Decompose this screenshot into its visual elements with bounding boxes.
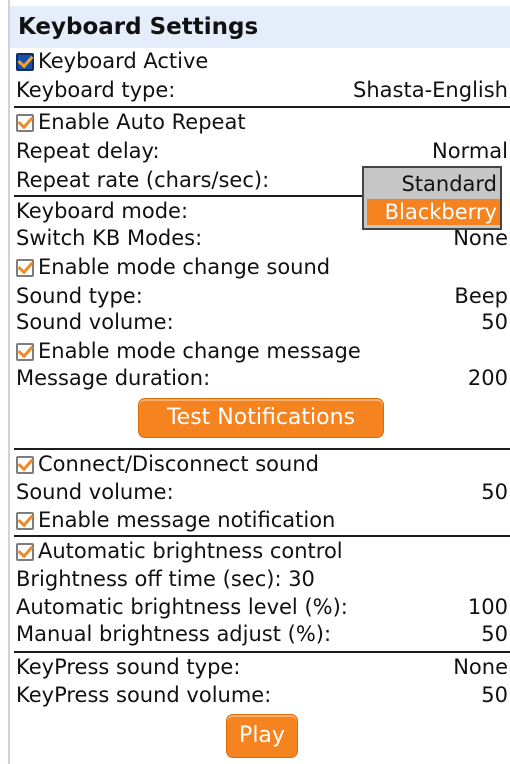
keypress-volume-label: KeyPress sound volume: xyxy=(16,683,272,707)
repeat-delay-select[interactable]: Normal xyxy=(432,136,508,166)
manual-brightness-label: Manual brightness adjust (%): xyxy=(16,622,332,646)
auto-repeat-row[interactable]: Enable Auto Repeat xyxy=(16,107,508,137)
auto-repeat-label: Enable Auto Repeat xyxy=(38,110,246,134)
keyboard-mode-label: Keyboard mode: xyxy=(16,199,189,223)
connection-volume-select[interactable]: 50 xyxy=(481,477,508,507)
auto-brightness-row[interactable]: Automatic brightness control xyxy=(16,536,508,566)
mode-message-label: Enable mode change message xyxy=(38,339,361,363)
play-button[interactable]: Play xyxy=(226,714,298,758)
connection-volume-label: Sound volume: xyxy=(16,480,174,504)
dropdown-option-standard[interactable]: Standard xyxy=(367,171,500,197)
sound-volume-select[interactable]: 50 xyxy=(481,307,508,337)
auto-brightness-checkbox[interactable] xyxy=(16,543,34,561)
message-notification-label: Enable message notification xyxy=(38,508,336,532)
repeat-delay-row[interactable]: Repeat delay: Normal xyxy=(16,136,508,166)
mode-sound-label: Enable mode change sound xyxy=(38,255,331,279)
connection-volume-row[interactable]: Sound volume: 50 xyxy=(16,477,508,507)
dropdown-option-blackberry[interactable]: Blackberry xyxy=(367,199,500,225)
keyboard-active-checkbox[interactable] xyxy=(16,53,34,71)
message-notification-row[interactable]: Enable message notification xyxy=(16,505,508,535)
mode-sound-checkbox[interactable] xyxy=(16,259,34,277)
connect-sound-label: Connect/Disconnect sound xyxy=(38,452,319,476)
test-notifications-button[interactable]: Test Notifications xyxy=(138,398,384,438)
mode-message-checkbox[interactable] xyxy=(16,343,34,361)
manual-brightness-select[interactable]: 50 xyxy=(481,619,508,649)
keypress-volume-row[interactable]: KeyPress sound volume: 50 xyxy=(16,680,508,710)
repeat-delay-label: Repeat delay: xyxy=(16,139,160,163)
auto-brightness-level-label: Automatic brightness level (%): xyxy=(16,595,348,619)
keyboard-type-label: Keyboard type: xyxy=(16,78,176,102)
connect-sound-checkbox[interactable] xyxy=(16,456,34,474)
mode-sound-row[interactable]: Enable mode change sound xyxy=(16,252,508,282)
keyboard-active-label: Keyboard Active xyxy=(38,49,209,73)
page-title: Keyboard Settings xyxy=(10,6,510,48)
mode-message-row[interactable]: Enable mode change message xyxy=(16,336,508,366)
keyboard-type-select[interactable]: Shasta-English xyxy=(353,75,508,105)
keypress-sound-type-select[interactable]: None xyxy=(453,652,508,682)
keypress-volume-select[interactable]: 50 xyxy=(481,680,508,710)
keypress-sound-type-row[interactable]: KeyPress sound type: None xyxy=(16,652,508,682)
keyboard-mode-dropdown[interactable]: Standard Blackberry xyxy=(362,166,502,230)
message-duration-label: Message duration: xyxy=(16,366,211,390)
switch-modes-label: Switch KB Modes: xyxy=(16,226,203,250)
repeat-rate-label: Repeat rate (chars/sec): xyxy=(16,168,270,192)
message-duration-row[interactable]: Message duration: 200 xyxy=(16,363,508,393)
message-notification-checkbox[interactable] xyxy=(16,512,34,530)
auto-brightness-level-row[interactable]: Automatic brightness level (%): 100 xyxy=(16,592,508,622)
auto-brightness-label: Automatic brightness control xyxy=(38,539,343,563)
brightness-off-time-label[interactable]: Brightness off time (sec): 30 xyxy=(16,567,315,591)
sound-type-label: Sound type: xyxy=(16,284,143,308)
brightness-off-time-row[interactable]: Brightness off time (sec): 30 xyxy=(16,564,508,594)
left-border xyxy=(8,0,10,764)
keyboard-active-row[interactable]: Keyboard Active xyxy=(16,46,508,76)
connect-sound-row[interactable]: Connect/Disconnect sound xyxy=(16,449,508,479)
auto-brightness-level-select[interactable]: 100 xyxy=(468,592,508,622)
keypress-sound-type-label: KeyPress sound type: xyxy=(16,655,241,679)
keyboard-type-row[interactable]: Keyboard type: Shasta-English xyxy=(16,75,508,105)
sound-volume-label: Sound volume: xyxy=(16,310,174,334)
manual-brightness-row[interactable]: Manual brightness adjust (%): 50 xyxy=(16,619,508,649)
sound-volume-row[interactable]: Sound volume: 50 xyxy=(16,307,508,337)
auto-repeat-checkbox[interactable] xyxy=(16,114,34,132)
message-duration-select[interactable]: 200 xyxy=(468,363,508,393)
